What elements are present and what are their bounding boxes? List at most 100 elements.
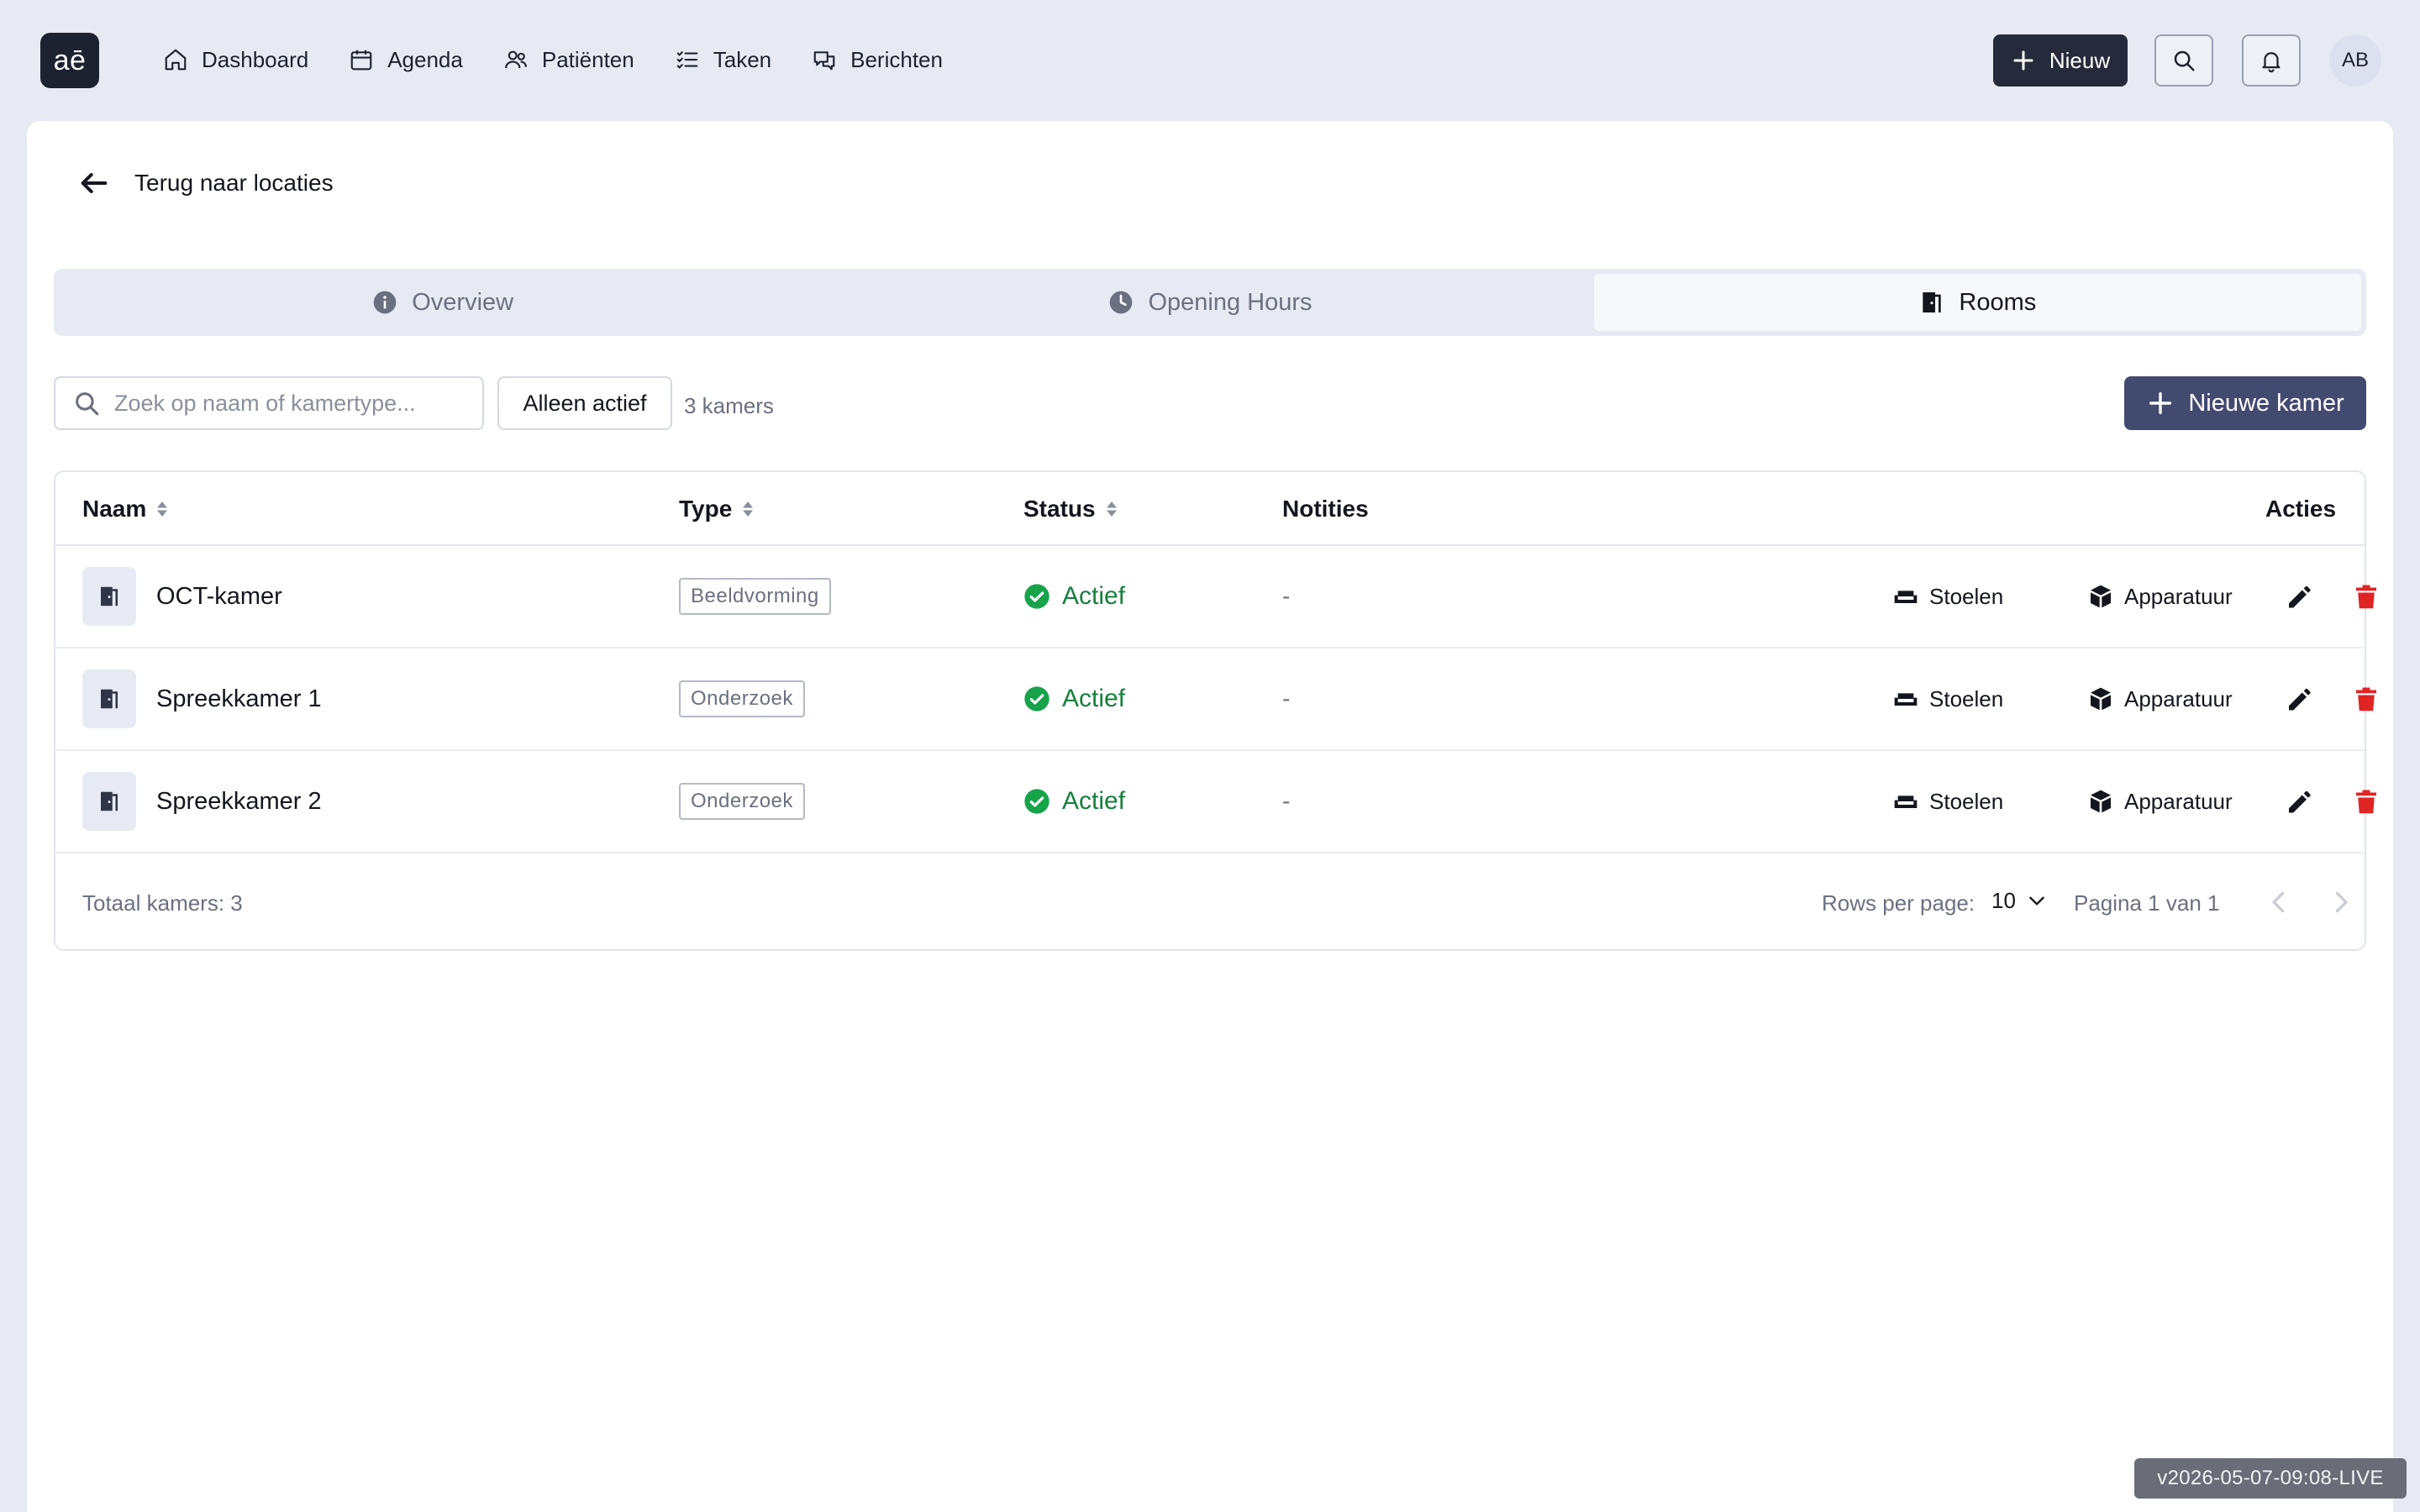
check-circle-icon [1024,584,1050,609]
nav-item-patienten[interactable]: Patiënten [503,42,634,77]
room-search-input[interactable] [114,390,467,417]
room-type-badge: Onderzoek [679,680,805,717]
check-circle-icon [1024,686,1050,711]
room-name[interactable]: Spreekkamer 1 [156,685,322,713]
chairs-label: Stoelen [1929,583,2004,609]
pencil-icon[interactable] [2284,581,2314,612]
table-header: Naam Type Status Notities Acties [55,472,2365,546]
room-avatar [82,772,136,831]
status-text: Actief [1062,582,1126,610]
nav-label: Patiënten [541,46,634,72]
equipment-label: Apparatuur [2124,788,2233,814]
column-header-notes: Notities [1282,496,1369,522]
notes-text: - [1282,685,1291,711]
notes-text: - [1282,583,1291,609]
info-icon [373,291,397,314]
room-notes-cell: - [1282,751,1290,852]
room-name[interactable]: Spreekkamer 2 [156,788,322,816]
rows-per-page-value: 10 [1991,887,2016,913]
trash-icon[interactable] [2351,786,2381,816]
total-rooms: Totaal kamers: 3 [82,890,243,916]
box-icon [2091,585,2111,608]
chairs-action: Stoelen [1892,546,2003,647]
chairs-button[interactable]: Stoelen [1892,788,2003,815]
app-logo[interactable]: aē [40,33,99,88]
nav-item-taken[interactable]: Taken [675,42,771,77]
door-icon [101,689,118,709]
notifications-button[interactable] [2242,34,2301,87]
column-header-actions: Acties [2265,496,2336,522]
tab-label: Opening Hours [1148,288,1313,316]
nav-item-berichten[interactable]: Berichten [812,42,943,77]
sort-icon[interactable] [740,499,755,519]
sort-icon[interactable] [1104,499,1119,519]
room-count: 3 kamers [684,393,774,418]
chevron-left-icon[interactable] [2264,887,2294,917]
home-icon [165,49,187,71]
table-row: OCT-kamer Beeldvorming Actief - Stoelen [55,546,2376,648]
chairs-action: Stoelen [1892,648,2003,749]
tab-label: Rooms [1959,288,2037,316]
nav-item-dashboard[interactable]: Dashboard [163,42,308,77]
edit-action [2284,648,2314,749]
bell-icon [2262,52,2281,73]
search-icon [76,392,99,416]
column-label: Naam [82,496,147,522]
room-name-cell: Spreekkamer 1 [82,648,322,749]
equipment-action: Apparatuur [2087,546,2233,647]
chevron-right-icon[interactable] [2326,887,2356,917]
pencil-icon[interactable] [2284,684,2314,714]
column-label: Acties [2265,496,2337,522]
column-header-name[interactable]: Naam [82,496,170,522]
room-name[interactable]: OCT-kamer [156,583,282,611]
user-avatar[interactable]: AB [2329,34,2381,87]
tab-overview[interactable]: Overview [59,274,826,331]
sofa-icon [1894,795,1918,808]
tasks-icon [676,51,698,69]
arrow-left-icon [81,173,108,193]
nav-item-agenda[interactable]: Agenda [349,42,463,77]
room-notes-cell: - [1282,546,1290,647]
room-type-badge: Onderzoek [679,783,805,820]
rows-per-page-label: Rows per page: [1822,890,1975,916]
page-indicator: Pagina 1 van 1 [2074,890,2220,916]
equipment-action: Apparatuur [2087,648,2233,749]
equipment-button[interactable]: Apparatuur [2087,788,2233,815]
delete-action [2351,546,2381,647]
room-avatar [82,669,136,728]
room-type-cell: Beeldvorming [679,546,831,647]
rows-per-page-select[interactable]: 10 [1991,884,2048,917]
sort-icon[interactable] [155,499,170,519]
nav-label: Taken [713,46,772,72]
room-status-cell: Actief [1023,546,1125,647]
add-room-label: Nieuwe kamer [2188,389,2344,417]
room-avatar [82,567,136,626]
column-header-status[interactable]: Status [1023,496,1119,522]
box-icon [2091,790,2111,813]
room-name-cell: OCT-kamer [82,546,282,647]
tab-opening-hours[interactable]: Opening Hours [826,274,1593,331]
add-room-button[interactable]: Nieuwe kamer [2124,376,2366,430]
trash-icon[interactable] [2351,581,2381,612]
chairs-button[interactable]: Stoelen [1892,685,2003,712]
equipment-button[interactable]: Apparatuur [2087,583,2233,610]
room-type-cell: Onderzoek [679,751,805,852]
nav-label: Berichten [850,46,943,72]
check-circle-icon [1024,789,1050,814]
room-search-box [54,376,484,430]
back-to-locations-link[interactable]: Terug naar locaties [77,166,334,200]
search-button[interactable] [2154,34,2213,87]
column-label: Status [1023,496,1096,522]
delete-action [2351,751,2381,852]
column-header-type[interactable]: Type [679,496,755,522]
room-name-cell: Spreekkamer 2 [82,751,322,852]
new-button[interactable]: Nieuw [1993,34,2128,87]
tab-rooms[interactable]: Rooms [1593,274,2361,331]
equipment-button[interactable]: Apparatuur [2087,685,2233,712]
trash-icon[interactable] [2351,684,2381,714]
status-text: Actief [1062,685,1126,712]
calendar-icon [350,50,372,71]
pencil-icon[interactable] [2284,786,2314,816]
chairs-button[interactable]: Stoelen [1892,583,2003,610]
only-active-filter-button[interactable]: Alleen actief [497,376,672,430]
